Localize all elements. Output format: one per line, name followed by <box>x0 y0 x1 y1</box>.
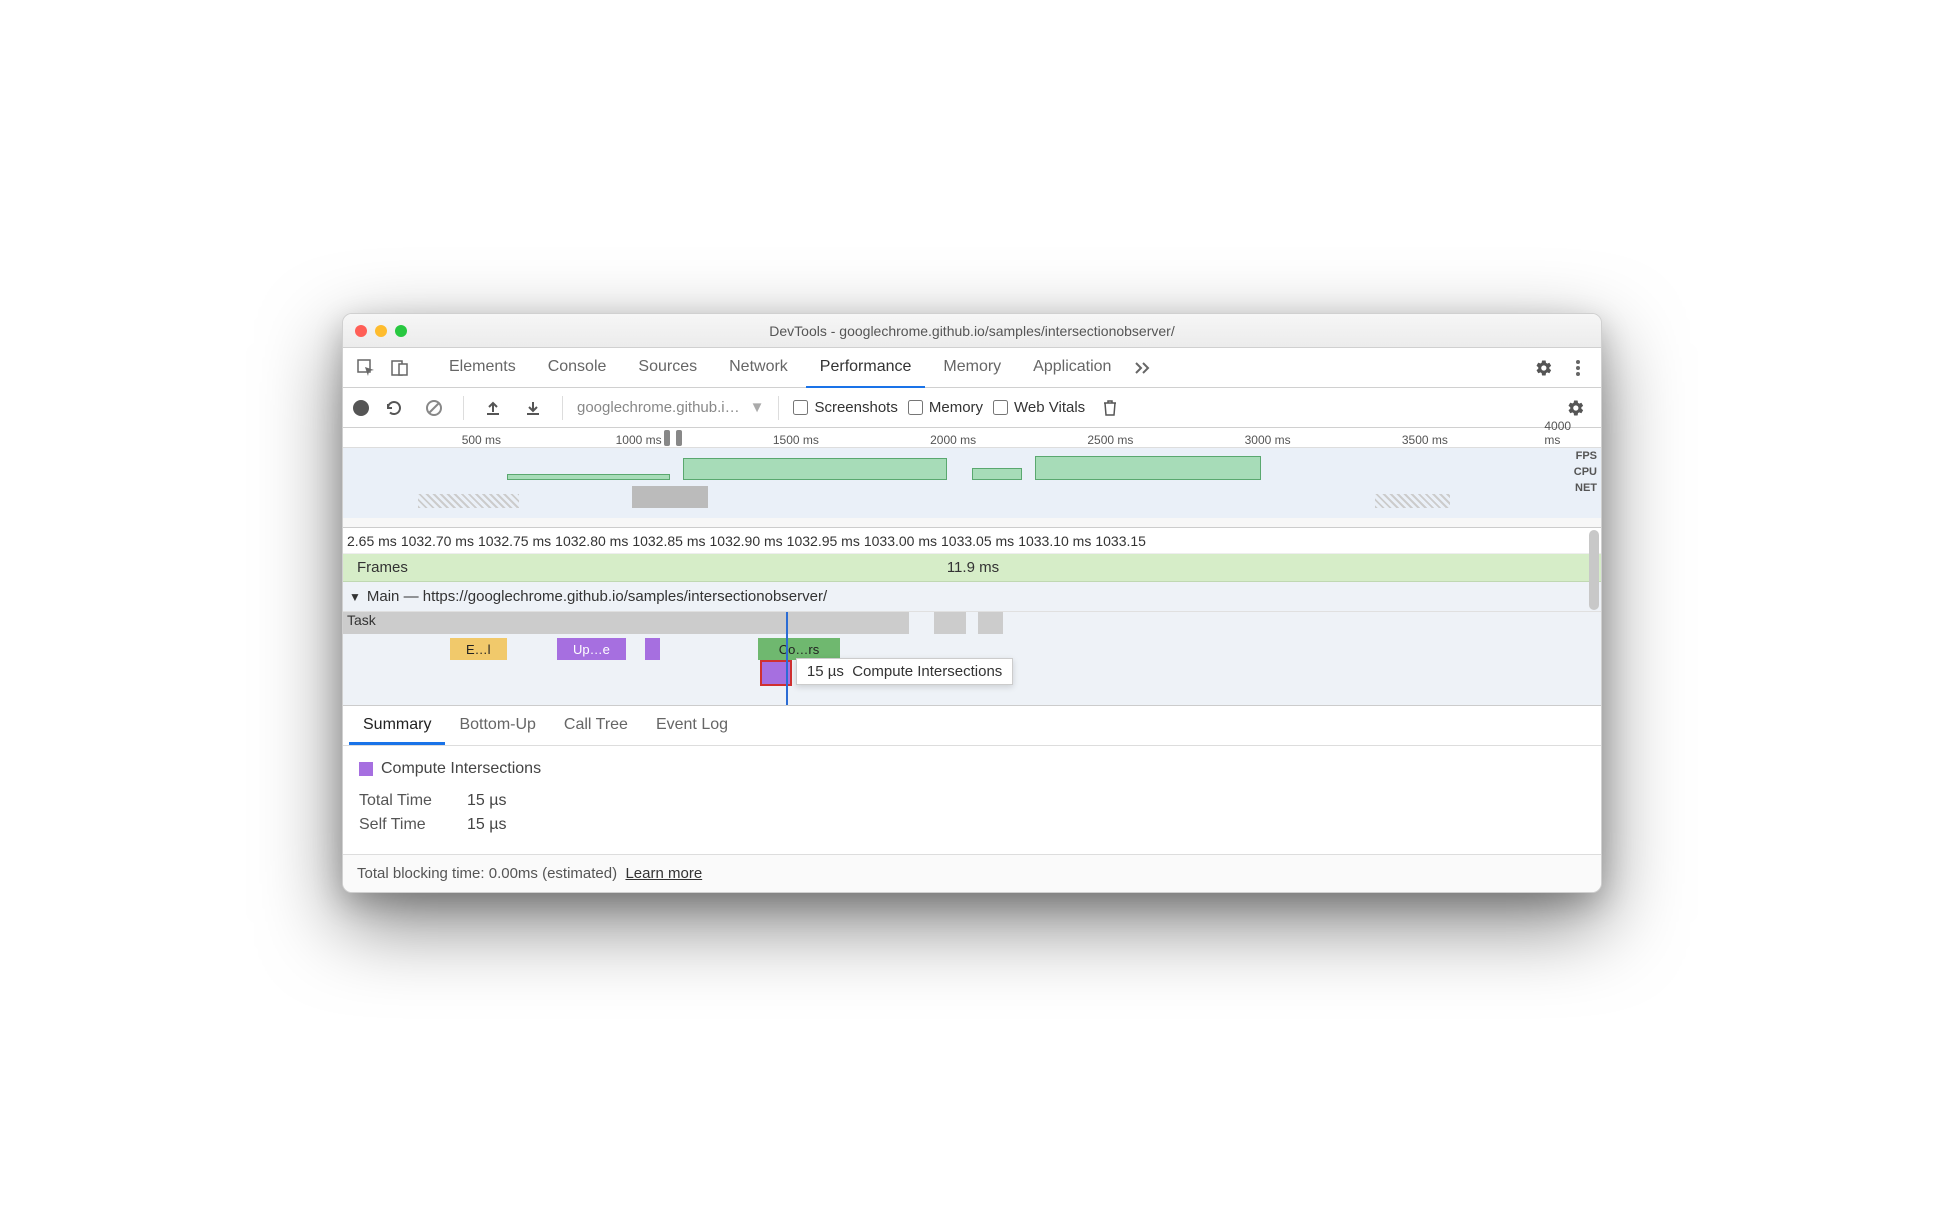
learn-more-link[interactable]: Learn more <box>625 865 702 882</box>
memory-checkbox[interactable]: Memory <box>908 399 983 416</box>
record-button[interactable] <box>353 400 369 416</box>
task-block[interactable]: Task <box>343 612 909 634</box>
inspect-icon[interactable] <box>351 353 381 383</box>
capture-settings-icon[interactable] <box>1561 393 1591 423</box>
selection-handle-left[interactable] <box>664 430 670 446</box>
main-thread-header[interactable]: ▼ Main — https://googlechrome.github.io/… <box>343 582 1601 612</box>
footer: Total blocking time: 0.00ms (estimated) … <box>343 854 1601 892</box>
summary-row-total: Total Time 15 µs <box>359 792 1585 810</box>
tab-network[interactable]: Network <box>715 348 802 388</box>
playhead-line[interactable] <box>786 612 788 705</box>
overview-ruler: 500 ms 1000 ms 1500 ms 2000 ms 2500 ms 3… <box>343 428 1601 448</box>
net-label: NET <box>1575 482 1597 494</box>
frames-value: 11.9 ms <box>947 559 999 576</box>
tab-bottomup[interactable]: Bottom-Up <box>445 708 549 745</box>
download-icon[interactable] <box>518 393 548 423</box>
frames-label: Frames <box>343 559 408 576</box>
upload-icon[interactable] <box>478 393 508 423</box>
cpu-track <box>343 480 1601 508</box>
fps-label: FPS <box>1576 450 1597 462</box>
performance-toolbar: googlechrome.github.i… ▼ Screenshots Mem… <box>343 388 1601 428</box>
flame-ruler: 2.65 ms 1032.70 ms 1032.75 ms 1032.80 ms… <box>343 528 1601 554</box>
tab-sources[interactable]: Sources <box>624 348 711 388</box>
blocking-time-text: Total blocking time: 0.00ms (estimated) <box>357 865 617 882</box>
devtools-window: DevTools - googlechrome.github.io/sample… <box>342 313 1602 893</box>
panel-tabs: Elements Console Sources Network Perform… <box>343 348 1601 388</box>
flame-block-co[interactable]: Co…rs <box>758 638 840 660</box>
flame-area[interactable]: Task E…l Up…e Co…rs 15 µs Compute Inters… <box>343 612 1601 706</box>
screenshots-checkbox[interactable]: Screenshots <box>793 399 897 416</box>
selection-handle-right[interactable] <box>676 430 682 446</box>
summary-panel: Compute Intersections Total Time 15 µs S… <box>343 746 1601 854</box>
webvitals-checkbox[interactable]: Web Vitals <box>993 399 1085 416</box>
event-name: Compute Intersections <box>381 760 541 778</box>
frames-track: Frames 11.9 ms <box>343 554 1601 582</box>
tab-memory[interactable]: Memory <box>929 348 1015 388</box>
device-toolbar-icon[interactable] <box>385 353 415 383</box>
window-title: DevTools - googlechrome.github.io/sample… <box>343 323 1601 339</box>
collapse-icon: ▼ <box>349 590 361 604</box>
flame-chart[interactable]: 2.65 ms 1032.70 ms 1032.75 ms 1032.80 ms… <box>343 528 1601 706</box>
reload-record-button[interactable] <box>379 393 409 423</box>
tab-summary[interactable]: Summary <box>349 708 445 745</box>
flame-block-e[interactable]: E…l <box>450 638 507 660</box>
net-track <box>343 508 1601 518</box>
summary-row-self: Self Time 15 µs <box>359 816 1585 834</box>
tab-eventlog[interactable]: Event Log <box>642 708 742 745</box>
detail-tabs: Summary Bottom-Up Call Tree Event Log <box>343 706 1601 746</box>
flame-scrollbar[interactable] <box>1589 530 1599 610</box>
clear-button[interactable] <box>419 393 449 423</box>
cpu-label: CPU <box>1574 466 1597 478</box>
titlebar: DevTools - googlechrome.github.io/sample… <box>343 314 1601 348</box>
flame-tooltip: 15 µs Compute Intersections <box>796 658 1013 685</box>
trash-icon[interactable] <box>1095 393 1125 423</box>
more-icon[interactable] <box>1563 353 1593 383</box>
event-color-swatch <box>359 762 373 776</box>
overview-strip[interactable]: 500 ms 1000 ms 1500 ms 2000 ms 2500 ms 3… <box>343 428 1601 528</box>
settings-icon[interactable] <box>1529 353 1559 383</box>
tab-calltree[interactable]: Call Tree <box>550 708 642 745</box>
tab-elements[interactable]: Elements <box>435 348 530 388</box>
overflow-tabs-icon[interactable] <box>1129 353 1159 383</box>
recording-select[interactable]: googlechrome.github.i… <box>577 399 740 416</box>
main-thread-label: Main — https://googlechrome.github.io/sa… <box>367 588 827 605</box>
tab-console[interactable]: Console <box>534 348 621 388</box>
fps-track <box>343 448 1601 480</box>
tab-application[interactable]: Application <box>1019 348 1125 388</box>
tab-performance[interactable]: Performance <box>806 348 926 388</box>
flame-block-slice[interactable] <box>645 638 660 660</box>
flame-block-up[interactable]: Up…e <box>557 638 626 660</box>
